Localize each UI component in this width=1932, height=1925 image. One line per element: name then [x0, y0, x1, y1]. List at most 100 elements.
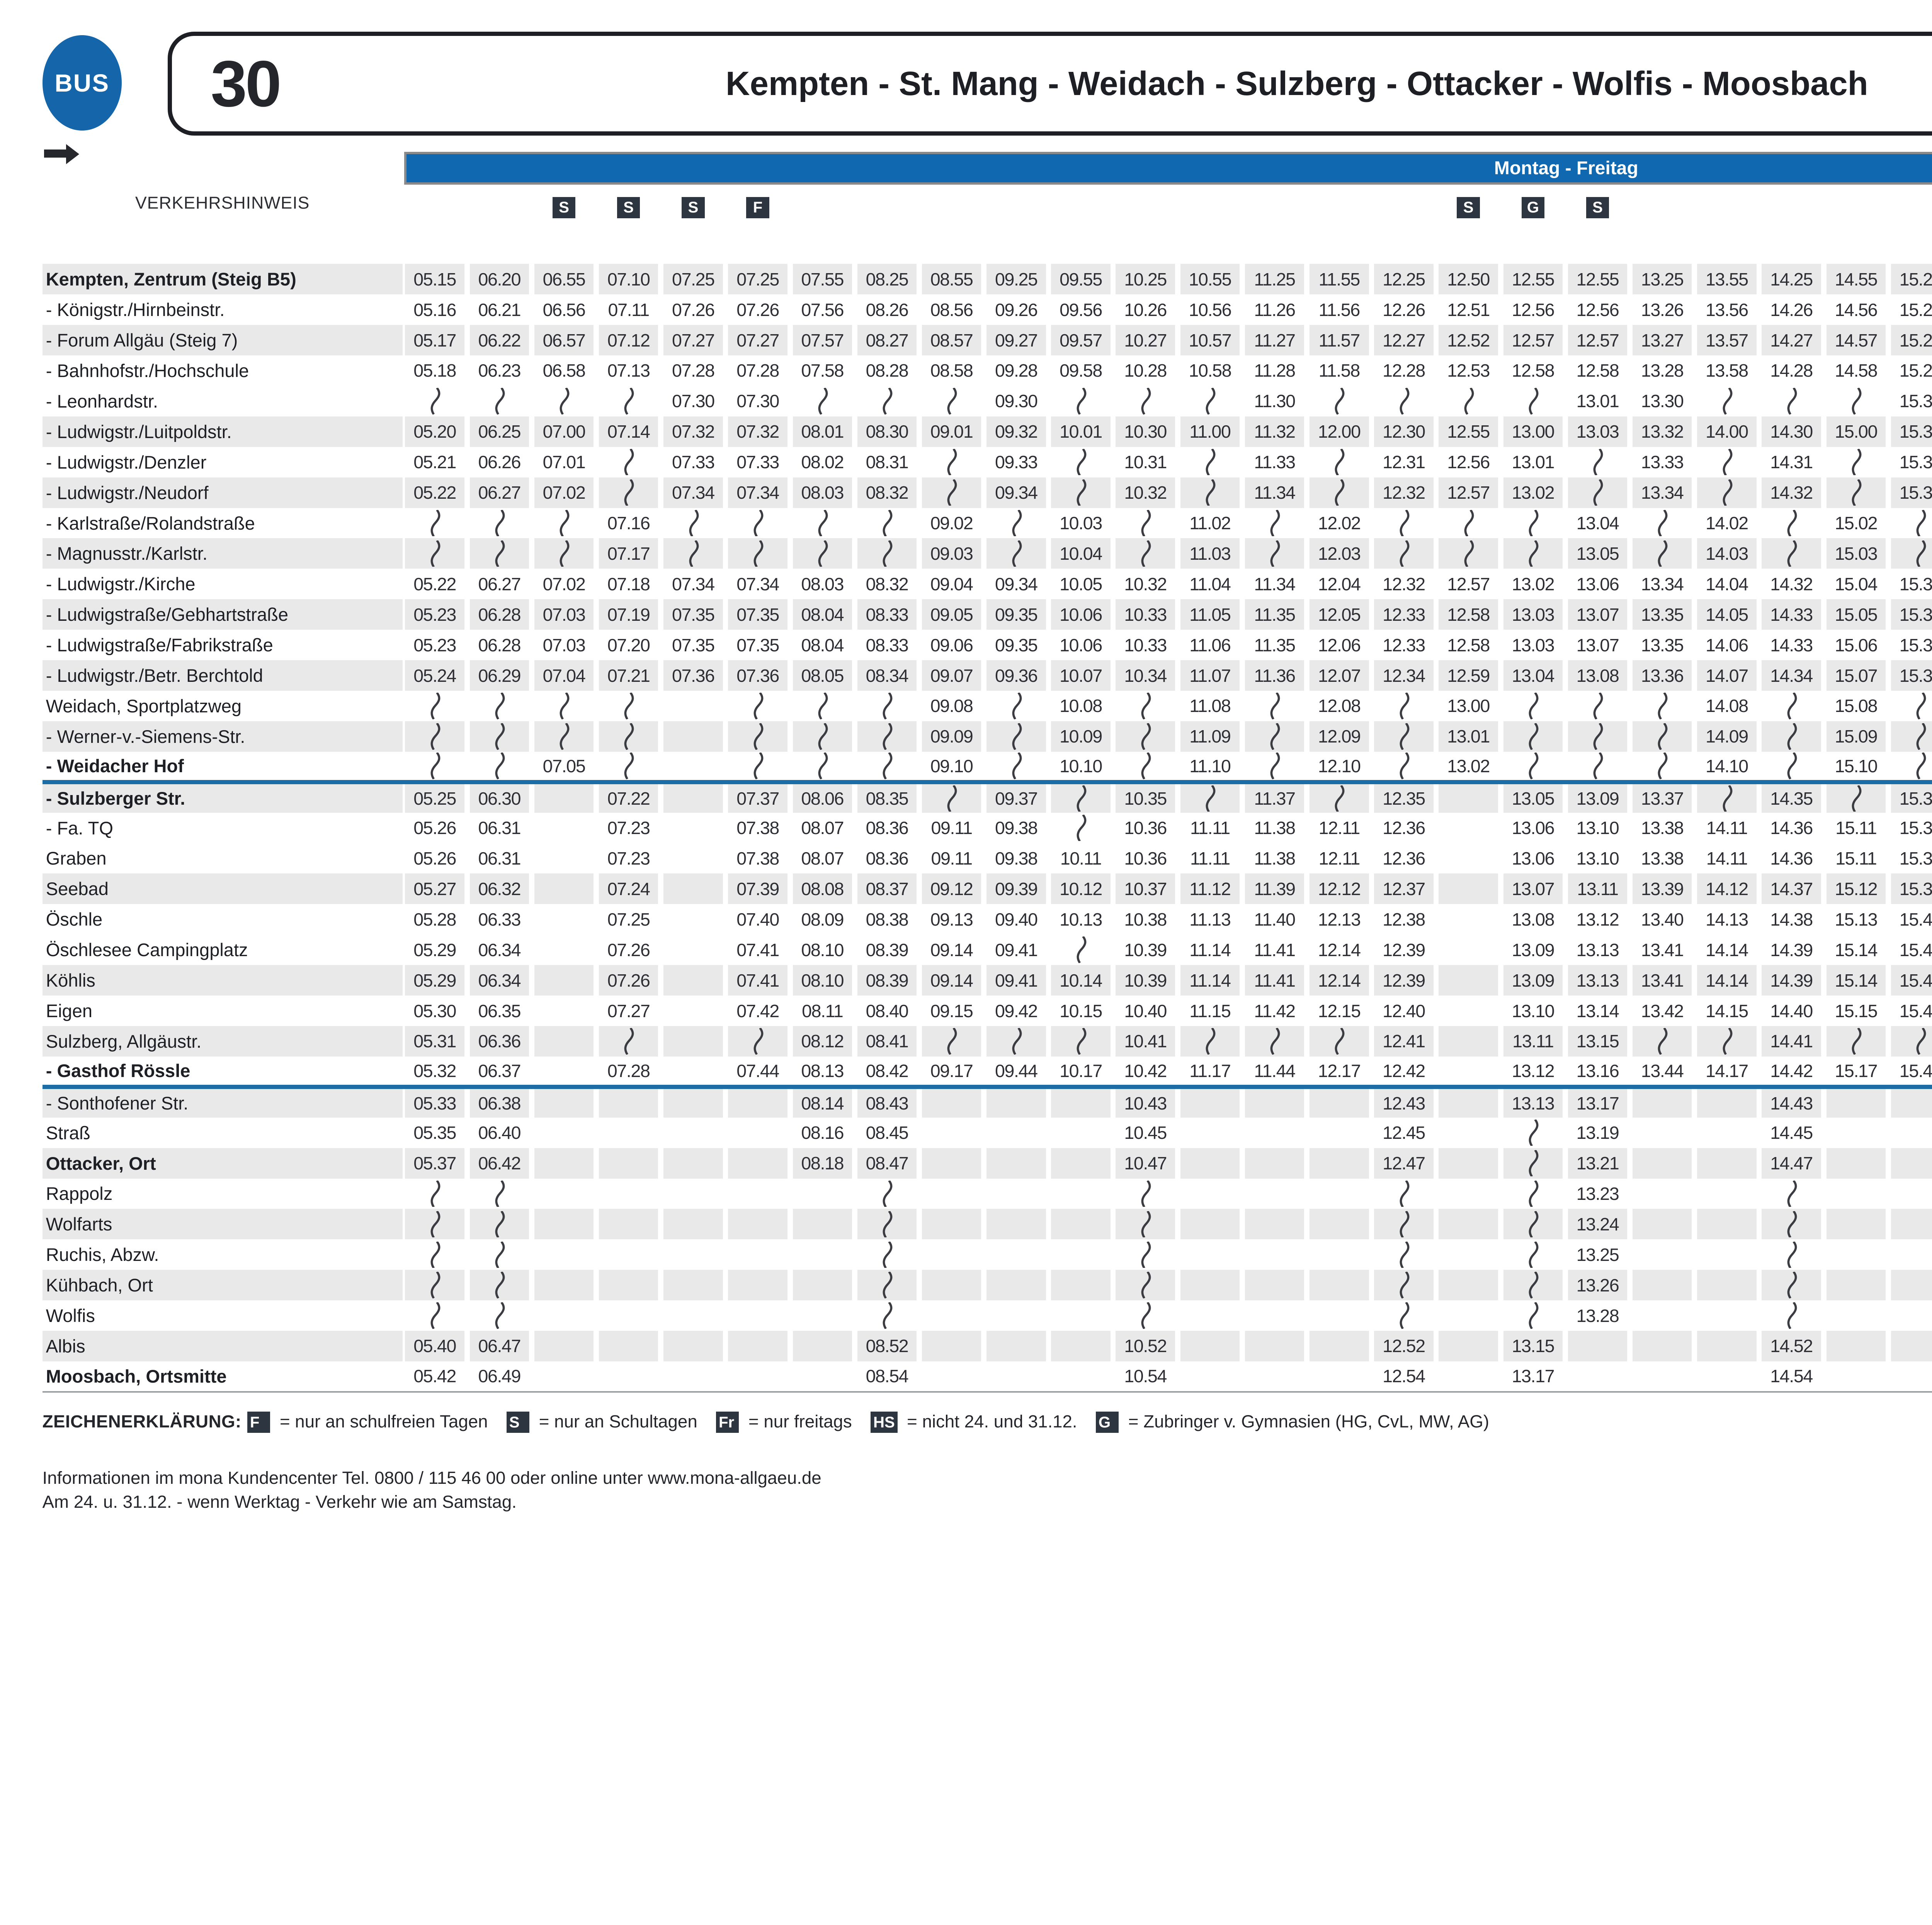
time-cell: 13.27	[1630, 325, 1694, 355]
wavy-line-icon	[1138, 388, 1153, 415]
time-cell: 11.57	[1307, 325, 1371, 355]
wavy-line-icon	[686, 540, 701, 567]
time-cell: 08.02	[790, 447, 855, 477]
time-cell	[532, 1118, 596, 1148]
time-cell	[1501, 721, 1565, 752]
time-cell: 08.08	[790, 873, 855, 904]
station-name: - Gasthof Rössle	[43, 1057, 403, 1087]
time-cell	[1436, 996, 1501, 1026]
time-cell	[661, 752, 725, 782]
time-cell: 09.04	[919, 569, 984, 599]
time-cell: 14.14	[1694, 965, 1759, 996]
time-cell: 09.56	[1048, 294, 1113, 325]
wavy-line-icon	[1397, 510, 1411, 537]
wavy-line-icon	[1203, 1028, 1217, 1055]
service-symbol-cell	[919, 185, 984, 222]
time-cell	[1888, 721, 1932, 752]
time-cell: 09.55	[1048, 264, 1113, 294]
time-cell: 13.41	[1630, 965, 1694, 996]
time-cell	[1048, 934, 1113, 965]
time-cell	[1048, 1118, 1113, 1148]
service-symbol-cell: S	[1436, 185, 1501, 222]
time-cell: 12.04	[1307, 569, 1371, 599]
time-cell: 12.25	[1371, 264, 1436, 294]
time-cell	[596, 691, 661, 721]
time-cell	[1630, 721, 1694, 752]
time-cell: 12.58	[1501, 355, 1565, 386]
wavy-line-icon	[621, 693, 636, 719]
time-cell	[532, 721, 596, 752]
station-row: Wolfis13.28	[43, 1300, 1932, 1331]
time-cell	[1759, 1209, 1823, 1239]
time-cell	[1113, 1209, 1178, 1239]
time-cell	[1565, 1331, 1630, 1361]
time-cell: 08.13	[790, 1057, 855, 1087]
station-row: - Leonhardstr.07.3007.3009.3011.3013.011…	[43, 386, 1932, 416]
time-cell	[532, 508, 596, 539]
wavy-line-icon	[1203, 449, 1217, 476]
time-cell	[984, 1118, 1048, 1148]
time-cell: 12.28	[1371, 355, 1436, 386]
time-cell	[1759, 1239, 1823, 1270]
time-cell	[1242, 1331, 1307, 1361]
time-cell: 15.41	[1888, 934, 1932, 965]
time-cell	[467, 1300, 532, 1331]
time-cell: 14.33	[1759, 630, 1823, 660]
time-cell	[1501, 1118, 1565, 1148]
header: BUS Kempten - St. Mang - Weidach - Sulzb…	[43, 32, 1932, 134]
time-cell: 05.22	[403, 569, 467, 599]
time-cell: 06.21	[467, 294, 532, 325]
time-cell: 07.26	[596, 965, 661, 996]
time-cell	[1307, 386, 1371, 416]
time-cell	[661, 1209, 725, 1239]
wavy-line-icon	[751, 510, 765, 537]
time-cell: 13.30	[1630, 386, 1694, 416]
time-cell: 14.45	[1759, 1118, 1823, 1148]
wavy-line-icon	[815, 693, 830, 719]
time-cell: 08.36	[855, 843, 919, 874]
time-cell	[1694, 1209, 1759, 1239]
station-name: Seebad	[43, 873, 403, 904]
wavy-line-icon	[1074, 1028, 1088, 1055]
time-cell	[790, 752, 855, 782]
time-cell: 08.33	[855, 630, 919, 660]
time-cell: 09.39	[984, 873, 1048, 904]
station-name: Sulzberg, Allgäustr.	[43, 1026, 403, 1057]
time-cell: 15.35	[1888, 630, 1932, 660]
time-cell	[532, 1209, 596, 1239]
time-cell: 11.26	[1242, 294, 1307, 325]
legend-text: = nicht 24. und 31.12.	[902, 1412, 1077, 1431]
time-cell: 05.40	[403, 1331, 467, 1361]
time-cell: 10.58	[1178, 355, 1242, 386]
time-cell	[919, 1300, 984, 1331]
time-cell: 14.33	[1759, 599, 1823, 630]
time-cell	[1888, 1361, 1932, 1392]
time-cell	[725, 1239, 790, 1270]
wavy-line-icon	[880, 693, 894, 719]
time-cell: 06.33	[467, 904, 532, 934]
wavy-line-icon	[621, 388, 636, 415]
time-cell: 10.36	[1113, 843, 1178, 874]
time-cell	[1436, 1209, 1501, 1239]
time-cell: 13.21	[1565, 1148, 1630, 1179]
wavy-line-icon	[751, 693, 765, 719]
time-cell: 13.17	[1501, 1361, 1565, 1392]
wavy-line-icon	[815, 510, 830, 537]
time-cell	[1307, 1148, 1371, 1179]
station-row: Albis05.4006.4708.5210.5212.5213.1514.52…	[43, 1331, 1932, 1361]
time-cell: 08.10	[790, 965, 855, 996]
route-header-box: Kempten - St. Mang - Weidach - Sulzberg …	[168, 32, 1932, 136]
time-cell: 11.15	[1178, 996, 1242, 1026]
time-cell: 10.39	[1113, 965, 1178, 996]
legend-text: = nur freitags	[743, 1412, 852, 1431]
time-cell: 08.43	[855, 1087, 919, 1118]
time-cell: 07.28	[661, 355, 725, 386]
time-cell: 10.35	[1113, 782, 1178, 813]
time-cell	[403, 1300, 467, 1331]
time-cell: 10.52	[1113, 1331, 1178, 1361]
time-cell: 10.07	[1048, 660, 1113, 691]
time-cell	[532, 1148, 596, 1179]
time-cell: 09.17	[919, 1057, 984, 1087]
wavy-line-icon	[1526, 723, 1540, 750]
time-cell: 06.31	[467, 813, 532, 843]
